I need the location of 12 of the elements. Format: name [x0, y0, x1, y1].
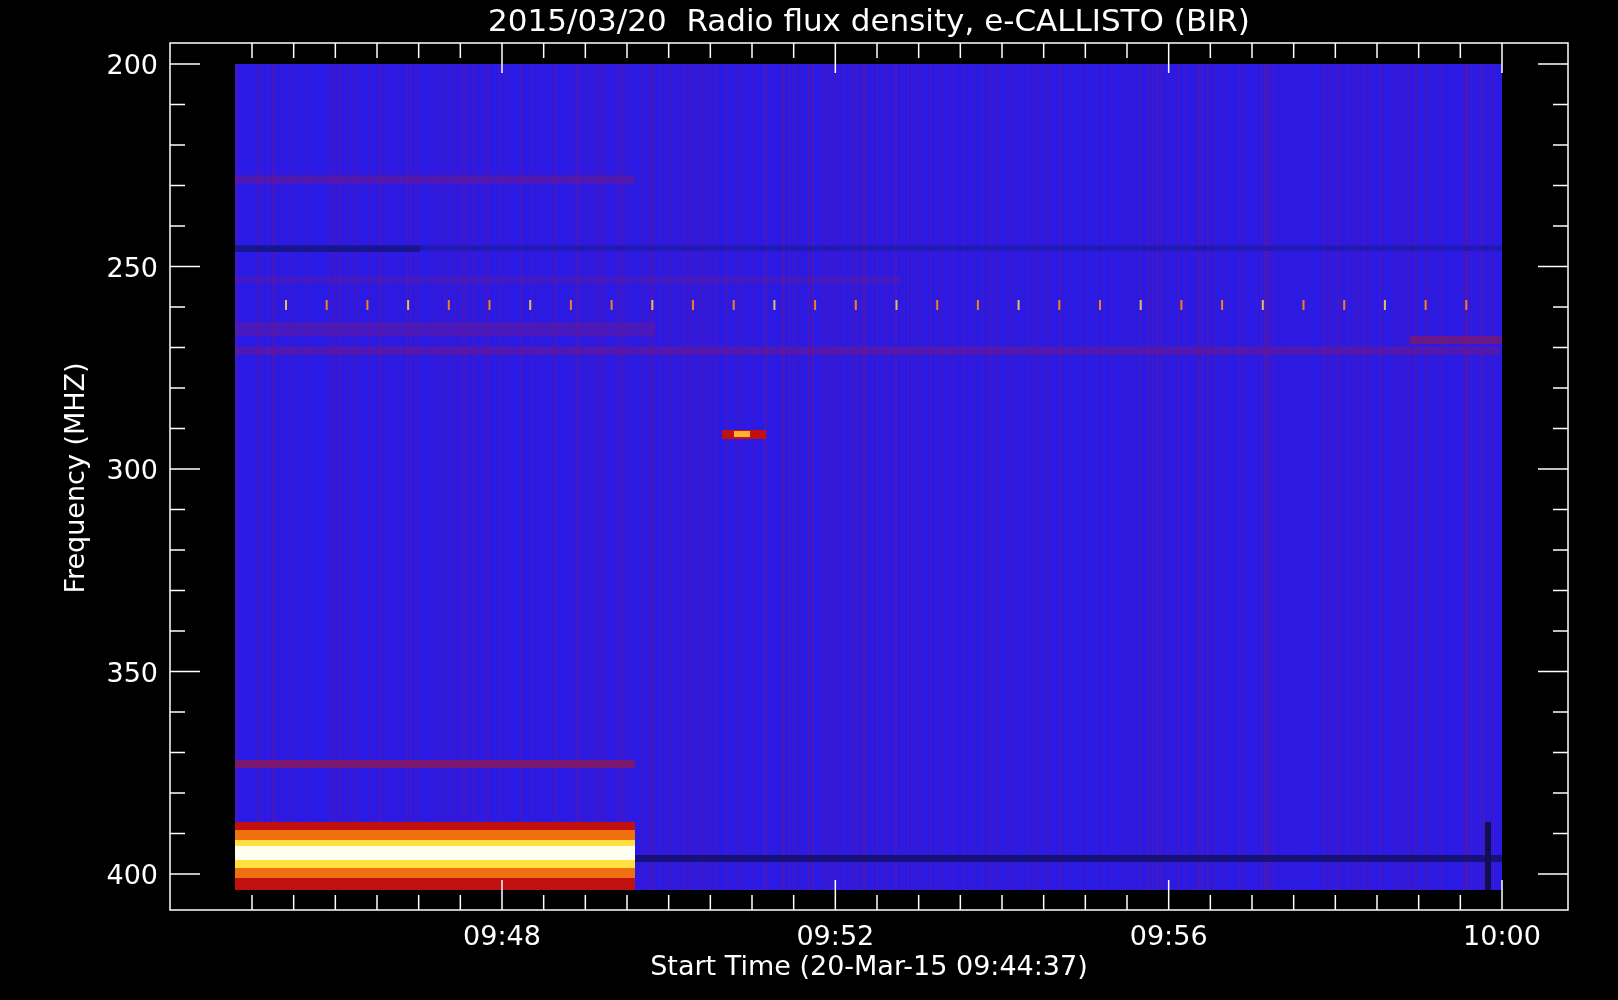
y-tick-label: 200	[106, 49, 158, 80]
x-tick-label: 10:00	[1463, 920, 1541, 951]
x-tick-label: 09:56	[1129, 920, 1208, 951]
y-tick-label: 300	[106, 454, 158, 485]
chart-title: 2015/03/20 Radio flux density, e-CALLISTO (BIR)	[488, 2, 1250, 38]
y-axis-label: Frequency (MHZ)	[59, 362, 90, 594]
x-tick-label: 09:52	[796, 920, 875, 951]
y-tick-label: 350	[106, 656, 158, 688]
y-tick-label: 400	[106, 859, 158, 890]
y-tick-label: 250	[106, 251, 158, 283]
x-axis-label: Start Time (20-Mar-15 09:44:37)	[650, 950, 1088, 981]
x-tick-label: 09:48	[463, 920, 541, 951]
